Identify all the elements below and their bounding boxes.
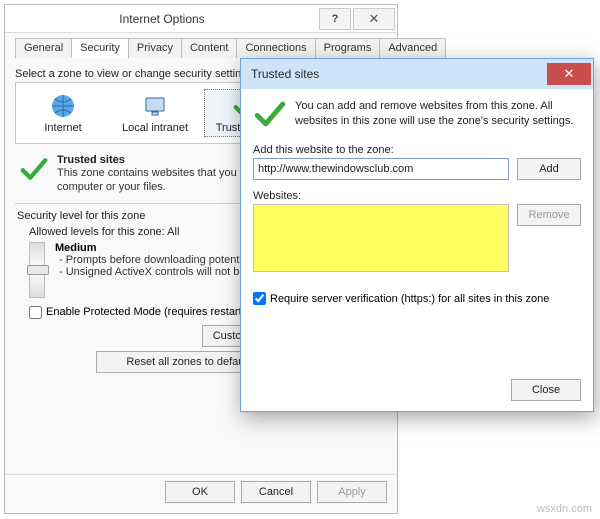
tab-content[interactable]: Content xyxy=(181,38,238,58)
zone-internet-label: Internet xyxy=(23,122,103,134)
tab-security[interactable]: Security xyxy=(71,38,129,58)
tab-privacy[interactable]: Privacy xyxy=(128,38,182,58)
add-website-row: Add xyxy=(253,158,581,180)
protected-mode-checkbox[interactable] xyxy=(29,306,42,319)
ts-titlebar: Trusted sites ✕ xyxy=(241,59,593,89)
add-website-label: Add this website to the zone: xyxy=(253,144,581,156)
io-titlebar: Internet Options ? ✕ xyxy=(5,5,397,33)
ts-body: You can add and remove websites from thi… xyxy=(241,89,593,411)
add-website-input[interactable] xyxy=(253,158,509,180)
io-footer-buttons: OK Cancel Apply xyxy=(5,474,397,513)
ts-close-button[interactable]: ✕ xyxy=(547,63,591,85)
ok-button[interactable]: OK xyxy=(165,481,235,503)
remove-button[interactable]: Remove xyxy=(517,204,581,226)
io-tabstrip: General Security Privacy Content Connect… xyxy=(15,37,387,58)
check-icon xyxy=(253,99,287,132)
ts-message-row: You can add and remove websites from thi… xyxy=(253,99,581,132)
apply-button[interactable]: Apply xyxy=(317,481,387,503)
ts-footer: Close xyxy=(511,379,581,401)
tab-programs[interactable]: Programs xyxy=(315,38,381,58)
zone-internet[interactable]: Internet xyxy=(20,89,106,137)
require-https-row[interactable]: Require server verification (https:) for… xyxy=(253,292,581,305)
io-close-button[interactable]: ✕ xyxy=(353,8,395,30)
trusted-sites-dialog: Trusted sites ✕ You can add and remove w… xyxy=(240,58,594,412)
check-icon xyxy=(19,154,49,184)
globe-icon xyxy=(23,92,103,120)
tab-general[interactable]: General xyxy=(15,38,72,58)
websites-row: Remove xyxy=(253,204,581,278)
zone-local-intranet-label: Local intranet xyxy=(115,122,195,134)
require-https-label: Require server verification (https:) for… xyxy=(270,293,549,305)
watermark: wsxdn.com xyxy=(535,503,594,515)
websites-label: Websites: xyxy=(253,190,581,202)
cancel-button[interactable]: Cancel xyxy=(241,481,311,503)
zone-local-intranet[interactable]: Local intranet xyxy=(112,89,198,137)
io-title: Internet Options xyxy=(5,12,319,26)
require-https-checkbox[interactable] xyxy=(253,292,266,305)
monitor-icon xyxy=(115,92,195,120)
websites-listbox[interactable] xyxy=(253,204,509,272)
ts-message: You can add and remove websites from thi… xyxy=(295,99,581,132)
ts-title: Trusted sites xyxy=(251,67,319,81)
tab-connections[interactable]: Connections xyxy=(236,38,315,58)
close-button[interactable]: Close xyxy=(511,379,581,401)
add-button[interactable]: Add xyxy=(517,158,581,180)
help-button[interactable]: ? xyxy=(319,8,351,30)
security-level-slider[interactable] xyxy=(29,242,45,298)
tab-advanced[interactable]: Advanced xyxy=(379,38,446,58)
